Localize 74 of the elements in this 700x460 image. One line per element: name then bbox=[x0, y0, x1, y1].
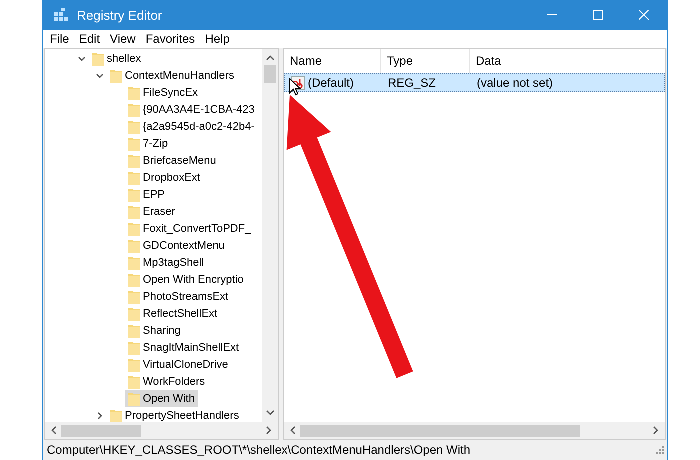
menu-item[interactable]: View bbox=[107, 32, 139, 46]
folder-icon bbox=[127, 306, 141, 322]
folder-icon bbox=[127, 220, 141, 236]
maximize-icon[interactable] bbox=[593, 10, 603, 20]
scrollbar-thumb[interactable] bbox=[300, 424, 580, 436]
tree-item[interactable]: Sharing bbox=[125, 322, 184, 339]
tree-item[interactable]: ContextMenuHandlers bbox=[107, 67, 238, 84]
tree-item[interactable]: DropboxExt bbox=[125, 169, 204, 186]
tree-item[interactable]: SnagItMainShellExt bbox=[125, 339, 242, 356]
tree-item[interactable]: BriefcaseMenu bbox=[125, 152, 220, 169]
horizontal-scrollbar[interactable] bbox=[45, 422, 278, 439]
horizontal-scrollbar[interactable] bbox=[284, 422, 665, 439]
chevron-right-icon[interactable] bbox=[266, 426, 272, 435]
tree-item[interactable]: GDContextMenu bbox=[125, 237, 228, 254]
mouse-pointer-icon bbox=[289, 78, 301, 96]
tree-item[interactable]: shellex bbox=[89, 50, 144, 67]
tree-item[interactable]: PhotoStreamsExt bbox=[125, 288, 232, 305]
folder-icon bbox=[127, 102, 141, 118]
folder-icon bbox=[127, 374, 141, 390]
folder-icon bbox=[91, 50, 105, 66]
registry-cubes-icon bbox=[53, 7, 69, 23]
folder-icon bbox=[127, 84, 141, 100]
folder-icon bbox=[127, 340, 141, 356]
tree-item[interactable]: ReflectShellExt bbox=[125, 305, 221, 322]
tree-item[interactable]: Eraser bbox=[125, 203, 178, 220]
scrollbar-thumb[interactable] bbox=[264, 65, 276, 83]
folder-icon bbox=[127, 136, 141, 152]
folder-icon bbox=[127, 238, 141, 254]
folder-icon bbox=[127, 204, 141, 220]
folder-icon bbox=[109, 408, 123, 424]
value-data: (value not set) bbox=[477, 76, 554, 90]
folder-icon bbox=[127, 152, 141, 168]
value-name: (Default) bbox=[308, 76, 354, 90]
close-icon[interactable] bbox=[639, 10, 649, 20]
tree-item[interactable]: WorkFolders bbox=[125, 373, 208, 390]
folder-icon bbox=[127, 254, 141, 270]
resize-grip-icon[interactable] bbox=[656, 446, 664, 454]
tree-item[interactable]: Open With bbox=[125, 390, 198, 407]
chevron-down-icon[interactable] bbox=[266, 410, 274, 416]
column-header[interactable]: Data bbox=[470, 49, 660, 73]
tree-item[interactable]: Mp3tagShell bbox=[125, 254, 208, 271]
value-type: REG_SZ bbox=[388, 76, 436, 90]
window-title: Registry Editor bbox=[77, 8, 162, 22]
folder-icon bbox=[127, 322, 141, 338]
chevron-up-icon[interactable] bbox=[266, 55, 274, 61]
tree-item[interactable]: Foxit_ConvertToPDF_ bbox=[125, 220, 254, 237]
folder-icon bbox=[109, 68, 123, 84]
folder-icon bbox=[127, 118, 141, 134]
chevron-right-icon[interactable] bbox=[95, 410, 105, 420]
scrollbar-thumb[interactable] bbox=[61, 424, 141, 436]
vertical-scrollbar[interactable] bbox=[262, 49, 278, 422]
folder-icon bbox=[127, 288, 141, 304]
tree-item[interactable]: FileSyncEx bbox=[125, 84, 202, 101]
tree-item[interactable]: {90AA3A4E-1CBA-423 bbox=[125, 101, 258, 118]
folder-icon bbox=[127, 272, 141, 288]
chevron-right-icon[interactable] bbox=[653, 426, 659, 435]
menu-item[interactable]: Favorites bbox=[142, 32, 198, 46]
folder-icon bbox=[127, 186, 141, 202]
tree-item[interactable]: Open With Encryptio bbox=[125, 271, 247, 288]
tree-item[interactable]: PropertySheetHandlers bbox=[107, 407, 242, 424]
chevron-left-icon[interactable] bbox=[290, 426, 296, 435]
chevron-left-icon[interactable] bbox=[51, 426, 57, 435]
folder-icon bbox=[127, 356, 141, 372]
tree-item[interactable]: EPP bbox=[125, 186, 168, 203]
menu-item[interactable]: Edit bbox=[76, 32, 104, 46]
tree-item[interactable]: {a2a9545d-a0c2-42b4- bbox=[125, 118, 258, 135]
tree-item[interactable]: VirtualCloneDrive bbox=[125, 356, 232, 373]
folder-icon bbox=[127, 390, 141, 406]
folder-icon bbox=[127, 170, 141, 186]
menu-item[interactable]: Help bbox=[202, 32, 233, 46]
value-row[interactable]: (Default) REG_SZ (value not set) bbox=[284, 73, 665, 92]
menu-item[interactable]: File bbox=[47, 32, 72, 46]
tree-item[interactable]: 7-Zip bbox=[125, 135, 172, 152]
status-path: Computer\HKEY_CLASSES_ROOT\*\shellex\ContextMenuHandlers\Open With bbox=[47, 443, 471, 457]
